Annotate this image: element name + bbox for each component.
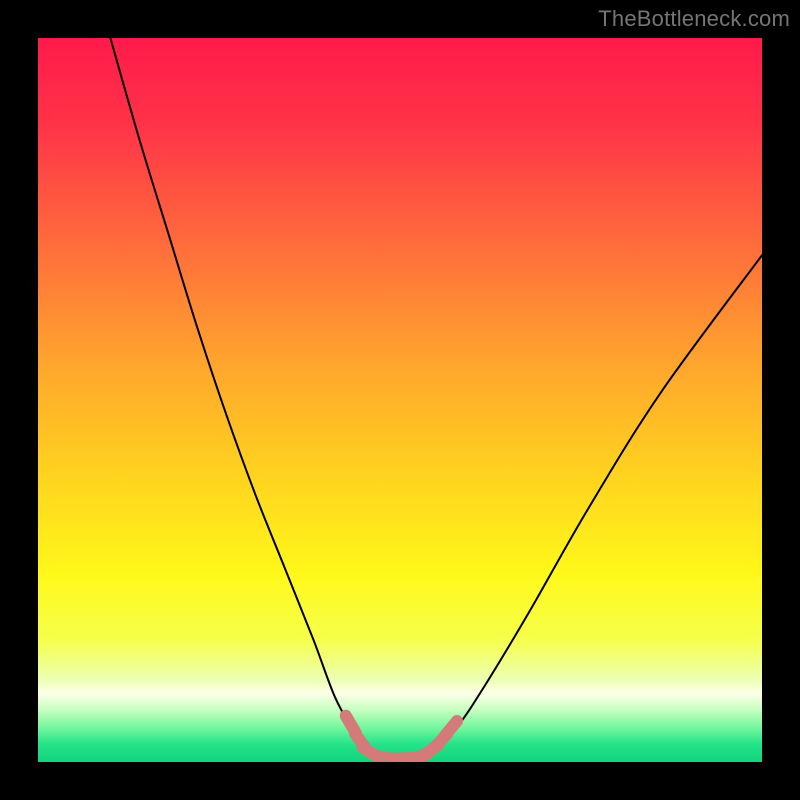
marker-dash	[444, 721, 457, 736]
chart-stage: TheBottleneck.com	[0, 0, 800, 800]
plot-area	[38, 38, 762, 762]
curve-layer	[38, 38, 762, 762]
main-curve	[110, 38, 762, 760]
marker-group	[346, 716, 457, 760]
watermark-text: TheBottleneck.com	[598, 6, 790, 32]
